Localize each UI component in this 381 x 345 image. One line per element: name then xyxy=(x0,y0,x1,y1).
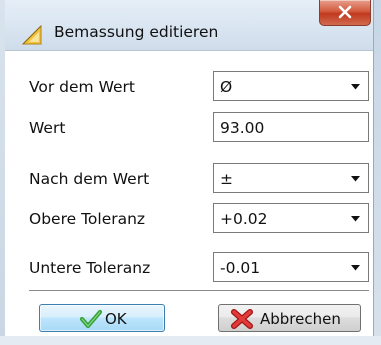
cancel-button[interactable]: Abbrechen xyxy=(218,304,361,332)
vor-dem-wert-label: Vor dem Wert xyxy=(29,78,135,96)
nach-dem-wert-dropdown[interactable]: ± xyxy=(213,163,369,193)
wert-input[interactable]: 93.00 xyxy=(213,112,369,142)
chevron-down-icon xyxy=(351,216,360,222)
chevron-down-icon xyxy=(351,84,360,90)
chevron-down-icon xyxy=(351,176,360,182)
window-title: Bemassung editieren xyxy=(54,23,219,41)
wert-value: 93.00 xyxy=(220,119,265,137)
background-bottom xyxy=(0,336,381,345)
row-vor-dem-wert: Vor dem Wert Ø xyxy=(5,69,373,105)
dialog-window: Bemassung editieren Vor dem Wert Ø Wert … xyxy=(5,0,374,336)
vor-dem-wert-dropdown[interactable]: Ø xyxy=(213,71,369,101)
obere-toleranz-value: +0.02 xyxy=(220,210,268,228)
row-nach-dem-wert: Nach dem Wert ± xyxy=(5,161,373,197)
cancel-button-label: Abbrechen xyxy=(260,310,341,328)
ok-button[interactable]: OK xyxy=(39,304,165,332)
close-button[interactable] xyxy=(319,0,371,26)
dimension-triangle-icon xyxy=(21,24,43,50)
title-bar[interactable]: Bemassung editieren xyxy=(5,0,373,51)
wert-label: Wert xyxy=(29,119,66,137)
untere-toleranz-label: Untere Toleranz xyxy=(29,259,151,277)
obere-toleranz-label: Obere Toleranz xyxy=(29,210,146,228)
obere-toleranz-dropdown[interactable]: +0.02 xyxy=(213,203,369,233)
nach-dem-wert-value: ± xyxy=(220,170,233,188)
separator xyxy=(29,290,369,291)
row-untere-toleranz: Untere Toleranz -0.01 xyxy=(5,250,373,286)
close-icon xyxy=(338,5,352,19)
row-wert: Wert 93.00 xyxy=(5,110,373,146)
vor-dem-wert-value: Ø xyxy=(220,78,233,96)
untere-toleranz-dropdown[interactable]: -0.01 xyxy=(213,252,369,282)
background-right xyxy=(373,0,381,345)
ok-button-label: OK xyxy=(105,310,127,328)
untere-toleranz-value: -0.01 xyxy=(220,259,261,277)
red-x-icon xyxy=(231,309,253,329)
row-obere-toleranz: Obere Toleranz +0.02 xyxy=(5,201,373,237)
chevron-down-icon xyxy=(351,265,360,271)
checkmark-icon xyxy=(80,309,102,329)
nach-dem-wert-label: Nach dem Wert xyxy=(29,170,150,188)
